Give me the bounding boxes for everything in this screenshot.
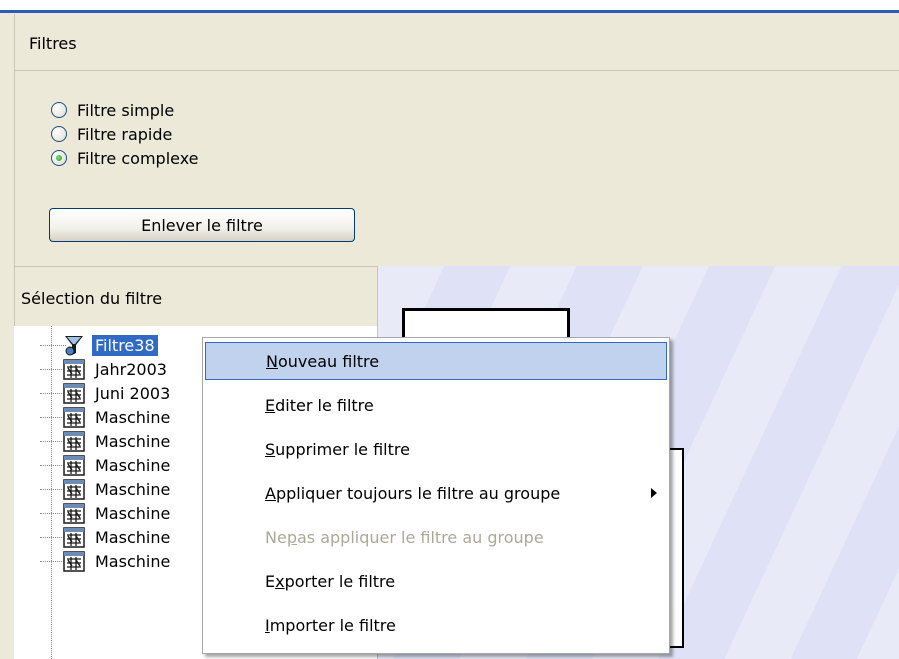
filter-list-icon — [62, 477, 88, 501]
radio-button-checked-icon[interactable] — [51, 150, 67, 166]
radio-label: Filtre complexe — [77, 148, 199, 168]
menu-label-part: as appliquer le filtre au groupe — [296, 527, 544, 547]
menu-access-key: x — [275, 571, 285, 591]
filter-list-icon — [62, 453, 88, 477]
menu-label-part: upprimer le filtre — [275, 439, 410, 459]
tree-item-label: Maschine — [95, 503, 171, 523]
filter-type-group: Filtre simple Filtre rapide Filtre compl… — [14, 71, 899, 266]
tree-item-label: Jahr2003 — [95, 359, 167, 379]
menu-access-key: E — [265, 395, 276, 415]
menu-new-filter[interactable]: Nouveau filtre — [205, 342, 667, 380]
menu-label-part: ppliquer toujours le filtre au groupe — [275, 483, 561, 503]
radio-button-icon[interactable] — [51, 126, 67, 142]
tree-item[interactable]: Maschine — [40, 453, 173, 477]
menu-access-key: S — [265, 439, 276, 459]
tree-item-label: Filtre38 — [92, 334, 158, 356]
tree-item-label: Juni 2003 — [95, 383, 171, 403]
filter-selection-title: Sélection du filtre — [21, 289, 163, 308]
menu-import-filter[interactable]: Importer le filtre — [205, 606, 667, 644]
tree-item-label: Maschine — [95, 407, 171, 427]
menu-access-key: A — [265, 483, 276, 503]
radio-button-icon[interactable] — [51, 102, 67, 118]
menu-label-part: E — [265, 571, 276, 591]
filters-title: Filtres — [29, 34, 77, 53]
menu-label-part: ouveau filtre — [277, 351, 380, 371]
filters-header: Filtres — [14, 14, 899, 71]
tree-item[interactable]: Jahr2003 — [40, 357, 170, 381]
tree-item-label: Maschine — [95, 527, 171, 547]
menu-label-part: porter le filtre — [284, 571, 396, 591]
menu-export-filter[interactable]: Ex porter le filtre — [205, 562, 667, 600]
menu-edit-filter[interactable]: Editer le filtre — [205, 386, 667, 424]
radio-quick-filter[interactable]: Filtre rapide — [51, 123, 172, 145]
radio-label: Filtre simple — [77, 100, 175, 120]
remove-filter-button[interactable]: Enlever le filtre — [49, 208, 355, 242]
radio-simple-filter[interactable]: Filtre simple — [51, 99, 174, 121]
filter-list-icon — [62, 549, 88, 573]
filter-list-icon — [62, 429, 88, 453]
menu-label-part: Ne — [265, 527, 287, 547]
window-top-strip — [0, 0, 899, 13]
filter-list-icon — [62, 381, 88, 405]
tree-item[interactable]: Maschine — [40, 405, 173, 429]
filter-list-icon — [62, 525, 88, 549]
menu-delete-filter[interactable]: Supprimer le filtre — [205, 430, 667, 468]
context-menu: Nouveau filtre Editer le filtre Supprimer … — [202, 337, 670, 654]
filter-list-icon — [62, 405, 88, 429]
tree-item-label: Maschine — [95, 551, 171, 571]
tree-item[interactable]: Juni 2003 — [40, 381, 173, 405]
tree-item[interactable]: Maschine — [40, 549, 173, 573]
tree-item[interactable]: Maschine — [40, 525, 173, 549]
filter-funnel-icon — [62, 333, 88, 357]
menu-label-part: diter le filtre — [275, 395, 374, 415]
radio-label: Filtre rapide — [77, 124, 173, 144]
tree-item[interactable]: Maschine — [40, 429, 173, 453]
tree-item-label: Maschine — [95, 479, 171, 499]
tree-item[interactable]: Maschine — [40, 501, 173, 525]
menu-label-part: mporter le filtre — [269, 615, 396, 635]
filter-list-icon — [62, 357, 88, 381]
submenu-arrow-icon — [651, 488, 657, 498]
tree-item-label: Maschine — [95, 431, 171, 451]
radio-complex-filter[interactable]: Filtre complexe — [51, 147, 199, 169]
tree-item[interactable]: Maschine — [40, 477, 173, 501]
tree-item[interactable]: Filtre38 — [40, 333, 158, 357]
title-accent-line — [0, 10, 899, 13]
menu-apply-filter-to-group[interactable]: Appliquer toujours le filtre au groupe — [205, 474, 667, 512]
menu-access-key: p — [286, 527, 297, 547]
tree-item-label: Maschine — [95, 455, 171, 475]
menu-access-key: N — [266, 351, 278, 371]
filter-list-icon — [62, 501, 88, 525]
menu-do-not-apply-filter: Ne p as appliquer le filtre au groupe — [205, 518, 667, 556]
